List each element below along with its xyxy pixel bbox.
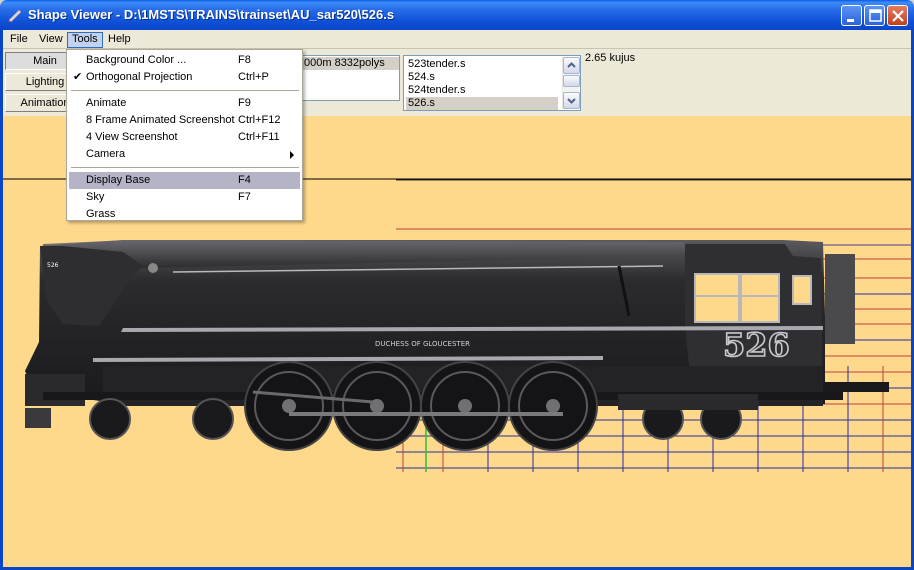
tools-menu: Background Color ... F8 ✔ Orthogonal Pro… [66,49,303,221]
menu-item-label: 4 View Screenshot [86,131,178,143]
check-icon: ✔ [73,71,83,83]
tender-fragment [825,254,855,344]
menu-item-grass[interactable]: Grass [69,206,300,223]
menu-item-label: Sky [86,191,105,203]
close-button[interactable] [887,5,908,26]
menu-item-camera[interactable]: Camera [69,146,300,163]
menu-help[interactable]: Help [103,32,136,48]
submenu-arrow-icon [290,151,294,159]
menu-item-label: Display Base [86,174,151,186]
menu-item-label: Animate [86,97,127,109]
menu-item-shortcut: F9 [238,97,251,109]
menu-item-orthogonal-projection[interactable]: ✔ Orthogonal Projection Ctrl+P [69,69,300,86]
menu-separator [71,90,299,91]
scroll-thumb[interactable] [563,75,580,87]
loco-number: 526 [723,326,790,364]
window-title: Shape Viewer - D:\1MSTS\TRAINS\trainset\… [28,7,395,22]
menu-bar: File View Tools Help [3,30,911,49]
menu-item-shortcut: F4 [238,174,251,186]
menu-item-background-color[interactable]: Background Color ... F8 [69,52,300,69]
menu-item-label: 8 Frame Animated Screenshot [86,114,235,126]
menu-item-shortcut: Ctrl+F11 [238,131,280,143]
smokebox-plate: 526 [47,262,59,269]
scroll-up-button[interactable] [563,57,580,74]
loco-name-plate: DUCHESS OF GLOUCESTER [375,340,470,348]
menu-item-label: Background Color ... [86,54,187,66]
menu-file[interactable]: File [5,32,33,48]
chevron-up-icon [567,62,576,68]
menu-item-label: Camera [86,148,126,160]
chevron-down-icon [567,98,576,104]
menu-item-shortcut: F7 [238,191,251,203]
menu-item-display-base[interactable]: Display Base F4 [69,172,300,189]
menu-item-8-frame-screenshot[interactable]: 8 Frame Animated Screenshot Ctrl+F12 [69,112,300,129]
kujus-readout: 2.65 kujus [585,52,636,64]
shape-list-item-selected[interactable]: 526.s [406,97,558,110]
shape-list[interactable]: 523tender.s 524.s 524tender.s 526.s [403,55,581,111]
menu-item-label: Orthogonal Projection [86,71,193,83]
minimize-button[interactable] [841,5,862,26]
menu-item-shortcut: Ctrl+F12 [238,114,281,126]
menu-item-label: Grass [86,208,116,220]
stats-box: 000m 8332polys [300,55,400,101]
close-icon [892,10,904,22]
stats-text: 000m 8332polys [301,57,399,70]
maximize-icon [869,9,882,22]
app-icon [8,10,21,22]
title-bar[interactable]: Shape Viewer - D:\1MSTS\TRAINS\trainset\… [0,0,914,30]
menu-view[interactable]: View [34,32,68,48]
maximize-button[interactable] [864,5,885,26]
scroll-down-button[interactable] [563,92,580,109]
shape-list-item[interactable]: 524.s [406,71,558,84]
menu-tools[interactable]: Tools [67,32,103,48]
menu-item-4-view-screenshot[interactable]: 4 View Screenshot Ctrl+F11 [69,129,300,146]
menu-separator [71,167,299,168]
shape-list-item[interactable]: 523tender.s [406,58,558,71]
shape-list-item[interactable]: 524tender.s [406,84,558,97]
menu-item-animate[interactable]: Animate F9 [69,95,300,112]
menu-item-shortcut: Ctrl+P [238,71,269,83]
shape-list-scrollbar[interactable] [562,57,580,109]
menu-item-sky[interactable]: Sky F7 [69,189,300,206]
menu-item-shortcut: F8 [238,54,251,66]
minimize-icon [847,19,854,22]
